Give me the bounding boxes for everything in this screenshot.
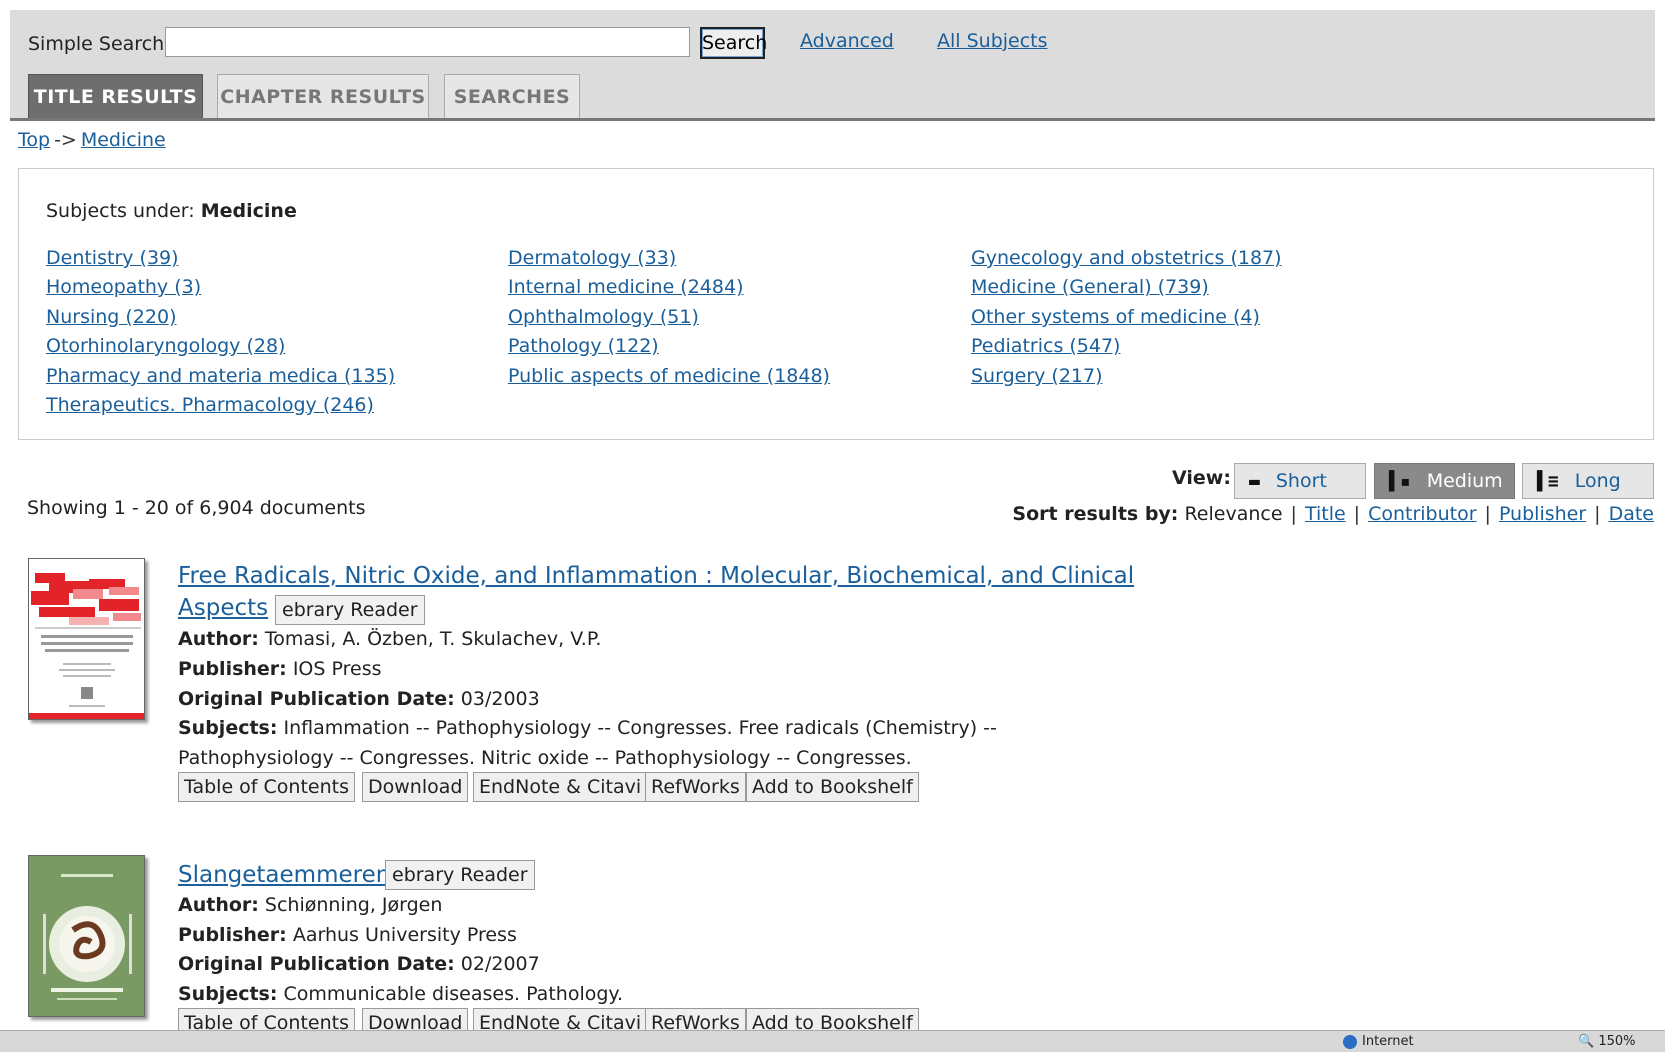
result-author: Author: Schiønning, Jørgen (178, 894, 443, 916)
subject-link-public-aspects[interactable]: Public aspects of medicine (1848) (508, 365, 830, 387)
magnifier-icon: 🔍 (1578, 1034, 1595, 1049)
security-zone: Internet (1343, 1034, 1414, 1049)
subject-link-medicine-general[interactable]: Medicine (General) (739) (971, 276, 1209, 298)
advanced-search-link[interactable]: Advanced (800, 30, 894, 52)
book-cover[interactable] (28, 558, 145, 720)
tab-chapter-results[interactable]: CHAPTER RESULTS (217, 74, 429, 118)
sort-title-link[interactable]: Title (1305, 503, 1346, 525)
book-cover[interactable] (28, 855, 145, 1017)
result-title-link[interactable]: Free Radicals, Nitric Oxide, and Inflamm… (178, 563, 1134, 589)
view-short-button[interactable]: ▬ Short (1234, 463, 1366, 499)
view-long-button[interactable]: ▌≡ Long (1522, 463, 1654, 499)
all-subjects-link[interactable]: All Subjects (937, 30, 1048, 52)
subject-link-homeopathy[interactable]: Homeopathy (3) (46, 276, 201, 298)
subject-link-dermatology[interactable]: Dermatology (33) (508, 247, 676, 269)
sort-bar: Sort results by: Relevance | Title | Contrib… (1012, 503, 1654, 525)
subject-link-pediatrics[interactable]: Pediatrics (547) (971, 335, 1120, 357)
result-publication-date: Original Publication Date: 03/2003 (178, 688, 540, 710)
add-to-bookshelf-button[interactable]: Add to Bookshelf (746, 772, 919, 802)
result-title-link[interactable]: Slangetaemmeren (178, 862, 390, 888)
ebrary-reader-button[interactable]: ebrary Reader (385, 860, 535, 890)
sort-contributor-link[interactable]: Contributor (1368, 503, 1476, 525)
result-title-link-continued[interactable]: Aspects (178, 595, 268, 621)
result-publisher: Publisher: IOS Press (178, 658, 382, 680)
medium-view-icon: ▌▪ (1389, 470, 1411, 492)
subject-link-surgery[interactable]: Surgery (217) (971, 365, 1103, 387)
result-publication-date: Original Publication Date: 02/2007 (178, 953, 540, 975)
endnote-citavi-button[interactable]: EndNote & Citavi (473, 772, 648, 802)
subject-link-pharmacy[interactable]: Pharmacy and materia medica (135) (46, 365, 395, 387)
subjects-heading: Subjects under: Medicine (46, 200, 297, 222)
tab-searches[interactable]: SEARCHES (444, 74, 580, 118)
short-view-icon: ▬ (1249, 470, 1260, 492)
subjects-panel: Subjects under: Medicine Dentistry (39) … (18, 168, 1654, 440)
search-label: Simple Search: (28, 33, 171, 55)
sort-publisher-link[interactable]: Publisher (1499, 503, 1586, 525)
refworks-button[interactable]: RefWorks (645, 772, 746, 802)
browser-status-bar: Internet 🔍 150% (0, 1030, 1665, 1052)
book-cover-art (29, 559, 144, 719)
long-view-icon: ▌≡ (1537, 470, 1559, 492)
result-subjects: Subjects: Inflammation -- Pathophysiolog… (178, 717, 997, 739)
book-cover-art (29, 856, 144, 1016)
tab-title-results[interactable]: TITLE RESULTS (28, 74, 203, 118)
search-input[interactable] (165, 27, 690, 57)
table-of-contents-button[interactable]: Table of Contents (178, 772, 355, 802)
breadcrumb-top-link[interactable]: Top (18, 129, 50, 151)
breadcrumb: Top -> Medicine (18, 129, 166, 151)
globe-icon (1343, 1034, 1357, 1049)
result-publisher: Publisher: Aarhus University Press (178, 924, 517, 946)
sort-date-link[interactable]: Date (1609, 503, 1654, 525)
sort-current: Relevance (1184, 503, 1283, 525)
zoom-level[interactable]: 🔍 150% (1578, 1034, 1636, 1049)
view-medium-button[interactable]: ▌▪ Medium (1374, 463, 1515, 499)
download-button[interactable]: Download (362, 772, 469, 802)
subjects-parent: Medicine (200, 200, 297, 222)
subject-link-dentistry[interactable]: Dentistry (39) (46, 247, 179, 269)
ebrary-reader-button[interactable]: ebrary Reader (275, 595, 425, 625)
result-author: Author: Tomasi, A. Özben, T. Skulachev, … (178, 628, 602, 650)
subject-link-pathology[interactable]: Pathology (122) (508, 335, 659, 357)
breadcrumb-separator: -> (54, 129, 77, 151)
search-bar: Simple Search: Search Advanced All Subje… (10, 10, 1655, 121)
sort-label: Sort results by: (1012, 503, 1179, 525)
result-subjects-continued: Pathophysiology -- Congresses. Nitric ox… (178, 747, 912, 769)
subject-link-gynecology[interactable]: Gynecology and obstetrics (187) (971, 247, 1282, 269)
subject-link-internal-medicine[interactable]: Internal medicine (2484) (508, 276, 743, 298)
subject-link-other-systems[interactable]: Other systems of medicine (4) (971, 306, 1260, 328)
result-subjects: Subjects: Communicable diseases. Patholo… (178, 983, 623, 1005)
search-button[interactable]: Search (700, 27, 767, 59)
subject-link-nursing[interactable]: Nursing (220) (46, 306, 176, 328)
results-count: Showing 1 - 20 of 6,904 documents (27, 497, 366, 519)
subject-link-ophthalmology[interactable]: Ophthalmology (51) (508, 306, 699, 328)
breadcrumb-medicine-link[interactable]: Medicine (81, 129, 166, 151)
subject-link-otorhinolaryngology[interactable]: Otorhinolaryngology (28) (46, 335, 285, 357)
subject-link-therapeutics[interactable]: Therapeutics. Pharmacology (246) (46, 394, 374, 416)
view-label: View: (1172, 467, 1231, 489)
